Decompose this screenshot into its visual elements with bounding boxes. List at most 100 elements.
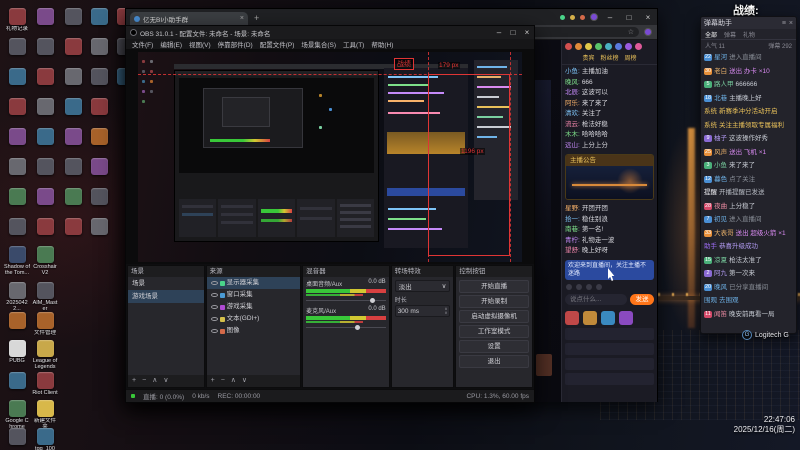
rank-tab[interactable]: 贵宾: [582, 53, 594, 62]
desktop-icon[interactable]: 礼物记录: [4, 8, 30, 32]
gift-tile[interactable]: [619, 310, 633, 325]
desktop-icon[interactable]: [60, 158, 86, 176]
desktop-icon[interactable]: 新建文件夹: [32, 400, 58, 430]
browser-profile-avatar[interactable]: [590, 13, 598, 21]
menu-item[interactable]: 配置文件(P): [257, 39, 298, 49]
obs-close-button[interactable]: ×: [520, 25, 534, 40]
menu-item[interactable]: 编辑(E): [157, 39, 185, 49]
emote-icon[interactable]: [596, 283, 602, 290]
viewer-avatar[interactable]: [565, 43, 572, 50]
source-item[interactable]: 窗口采集: [207, 289, 301, 301]
desktop-icon[interactable]: [32, 38, 58, 56]
viewer-avatar[interactable]: [615, 43, 622, 50]
desktop-icon[interactable]: tqq_1009...: [32, 428, 58, 450]
menu-item[interactable]: 文件(F): [129, 39, 156, 49]
dock-toolbar-icon[interactable]: ∨: [163, 375, 168, 387]
taskbar-clock[interactable]: 22:47:06 2025/12/16(周二): [734, 415, 795, 435]
visibility-eye-icon[interactable]: [210, 305, 218, 309]
volume-slider[interactable]: [306, 324, 386, 331]
danmaku-tab[interactable]: 礼物: [743, 30, 755, 39]
danmaku-tab[interactable]: 弹幕: [724, 30, 736, 39]
desktop-icon[interactable]: [60, 68, 86, 86]
desktop-icon[interactable]: [32, 128, 58, 146]
desktop-icon[interactable]: [32, 98, 58, 116]
emote-icon[interactable]: [566, 283, 572, 290]
volume-slider[interactable]: [306, 297, 386, 304]
visibility-eye-icon[interactable]: [210, 329, 218, 333]
new-tab-button[interactable]: +: [254, 12, 259, 25]
obs-control-button[interactable]: 开始录制: [459, 295, 529, 308]
dock-toolbar-icon[interactable]: −: [142, 375, 146, 387]
duration-spinbox[interactable]: 300 ms ∧ ∨: [394, 305, 451, 317]
scene-item[interactable]: 游戏场景: [128, 290, 204, 303]
obs-minimize-button[interactable]: –: [492, 25, 506, 40]
desktop-icon[interactable]: League of Legends: [32, 340, 58, 370]
desktop-icon[interactable]: [60, 98, 86, 116]
desktop-icon[interactable]: AIM_Master: [32, 282, 58, 312]
scene-item[interactable]: 场景: [128, 277, 204, 290]
desktop-icon[interactable]: [86, 218, 112, 236]
visibility-eye-icon[interactable]: [210, 317, 218, 321]
browser-minimize-button[interactable]: –: [603, 10, 617, 25]
source-item[interactable]: 显示器采集: [206, 277, 301, 289]
desktop-icon[interactable]: [32, 188, 58, 206]
desktop-icon[interactable]: [32, 8, 58, 26]
browser-tab[interactable]: 亿无BI小助手群 ×: [130, 12, 248, 25]
obs-control-button[interactable]: 启动虚拟摄像机: [459, 310, 529, 323]
gift-tile[interactable]: [601, 310, 615, 325]
viewer-avatar[interactable]: [575, 43, 582, 50]
spin-down-icon[interactable]: ∨: [444, 311, 447, 315]
dock-toolbar-icon[interactable]: +: [132, 375, 136, 387]
desktop-icon[interactable]: [60, 188, 86, 206]
desktop-icon[interactable]: [4, 312, 30, 330]
panel-row[interactable]: [565, 372, 654, 385]
volume-slider-knob[interactable]: [355, 325, 361, 330]
desktop-icon[interactable]: [32, 68, 58, 86]
panel-row[interactable]: [565, 342, 654, 355]
desktop-icon[interactable]: 20250422...: [4, 282, 30, 312]
desktop-icon[interactable]: [60, 38, 86, 56]
viewer-avatar[interactable]: [595, 43, 602, 50]
dock-toolbar-icon[interactable]: ∧: [152, 375, 157, 387]
desktop-icon[interactable]: [86, 98, 112, 116]
desktop-icon[interactable]: Crosshair V2: [32, 246, 58, 276]
dock-toolbar-icon[interactable]: +: [211, 375, 215, 387]
desktop-icon[interactable]: [32, 158, 58, 176]
obs-preview-area[interactable]: 战绩 179 px 1196 px: [126, 50, 534, 264]
source-item[interactable]: 游戏采集: [207, 301, 301, 313]
danmaku-tab[interactable]: 全部: [705, 30, 717, 39]
extension-icon[interactable]: [570, 14, 575, 20]
send-button[interactable]: 发送: [630, 293, 654, 305]
browser-maximize-button[interactable]: □: [622, 10, 636, 25]
obs-maximize-button[interactable]: □: [506, 25, 520, 40]
source-item[interactable]: 文本(GDI+): [207, 313, 301, 325]
desktop-icon[interactable]: Google Chrome: [4, 400, 30, 430]
menu-item[interactable]: 视图(V): [186, 39, 214, 49]
desktop-icon[interactable]: [86, 158, 112, 176]
panel-row[interactable]: [565, 327, 654, 340]
desktop-icon[interactable]: [4, 428, 30, 446]
extension-icon[interactable]: [580, 14, 585, 20]
dock-toolbar-icon[interactable]: ∨: [242, 375, 247, 387]
viewer-avatar[interactable]: [585, 43, 592, 50]
rank-tab[interactable]: 粉丝榜: [600, 53, 618, 62]
dock-toolbar-icon[interactable]: ∧: [231, 375, 236, 387]
desktop-icon[interactable]: [60, 8, 86, 26]
obs-control-button[interactable]: 开始直播: [459, 280, 529, 293]
menu-item[interactable]: 帮助(H): [368, 39, 396, 49]
volume-slider-knob[interactable]: [369, 298, 375, 303]
desktop-icon[interactable]: PUBG: [4, 340, 30, 364]
menu-item[interactable]: 停靠部件(D): [215, 39, 256, 49]
tab-close-icon[interactable]: ×: [240, 15, 244, 22]
source-selection-rect[interactable]: [428, 74, 510, 256]
viewer-avatar[interactable]: [625, 43, 632, 50]
visibility-eye-icon[interactable]: [210, 281, 218, 285]
desktop-icon[interactable]: [4, 218, 30, 236]
rank-tab[interactable]: 周榜: [625, 53, 637, 62]
desktop-icon[interactable]: [4, 372, 30, 390]
desktop-icon[interactable]: [32, 218, 58, 236]
menu-item[interactable]: 工具(T): [340, 39, 367, 49]
desktop-icon[interactable]: [60, 218, 86, 236]
danmaku-close-icon[interactable]: ×: [789, 20, 793, 27]
source-item[interactable]: 图像: [207, 325, 301, 337]
